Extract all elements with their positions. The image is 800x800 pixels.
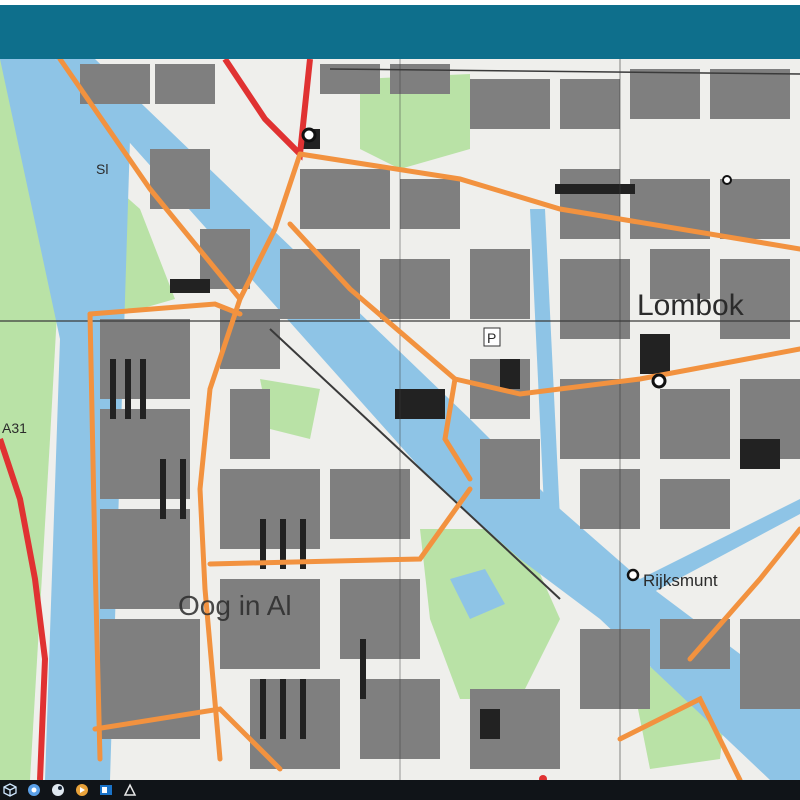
app-icon[interactable] xyxy=(120,780,140,800)
title-bar xyxy=(0,5,800,59)
poi-marker-north xyxy=(301,127,317,143)
taskbar xyxy=(0,780,800,800)
topographic-map: Lombok Oog in Al Rijksmunt P Sl A31 xyxy=(0,59,800,780)
map-view[interactable]: Lombok Oog in Al Rijksmunt P Sl A31 xyxy=(0,59,800,780)
poi-marker-lombok xyxy=(651,373,667,389)
marker-label-nw: Sl xyxy=(96,161,108,177)
poi-marker-ne xyxy=(722,175,732,185)
steam-icon[interactable] xyxy=(48,780,68,800)
district-label-oog-in-al: Oog in Al xyxy=(178,590,292,621)
media-icon[interactable] xyxy=(72,780,92,800)
parking-label: P xyxy=(487,330,496,346)
cube-icon[interactable] xyxy=(0,780,20,800)
landmark-label-rijksmunt: Rijksmunt xyxy=(643,571,718,590)
road-number-label: A31 xyxy=(2,420,27,436)
outlook-icon[interactable] xyxy=(96,780,116,800)
chrome-icon[interactable] xyxy=(24,780,44,800)
rijksmunt-marker xyxy=(626,568,640,582)
district-label-lombok: Lombok xyxy=(637,289,745,322)
